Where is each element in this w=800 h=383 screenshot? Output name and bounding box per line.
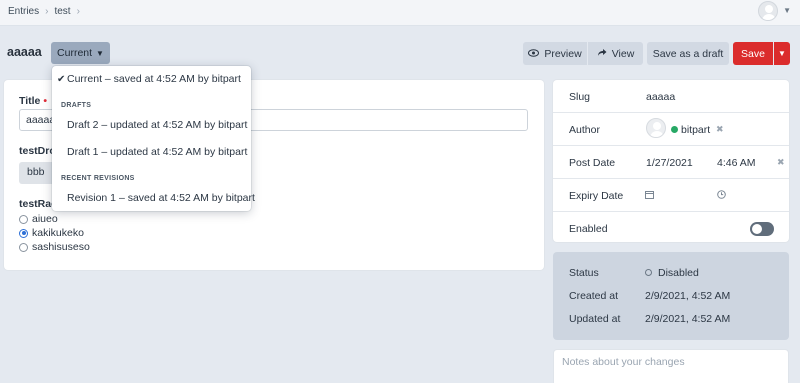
view-label: View <box>611 47 635 60</box>
author-row: Author bitpart ✖ <box>553 113 789 146</box>
chevron-down-icon: ▼ <box>96 48 104 58</box>
radio-label: kakikukeko <box>32 227 84 239</box>
breadcrumb-section[interactable]: test <box>54 6 70 17</box>
menu-item-draft-2[interactable]: Draft 2 – updated at 4:52 AM by bitpart <box>67 119 247 131</box>
save-options-button[interactable]: ▼ <box>774 42 790 65</box>
clock-icon[interactable] <box>717 190 726 201</box>
expiry-date-label: Expiry Date <box>569 190 624 202</box>
menu-item-revision-1[interactable]: Revision 1 – saved at 4:52 AM by bitpart <box>67 192 255 204</box>
status-label: Status <box>569 267 599 279</box>
menu-item-current[interactable]: ✔ Current – saved at 4:52 AM by bitpart <box>57 73 241 85</box>
menu-item-label: Current – saved at 4:52 AM by bitpart <box>67 73 241 85</box>
post-date-value[interactable]: 1/27/2021 <box>646 157 693 169</box>
checkmark-icon: ✔ <box>57 74 66 85</box>
revision-menu-label: Current <box>57 47 93 59</box>
save-draft-button[interactable]: Save as a draft <box>647 42 729 65</box>
author-avatar <box>646 118 666 138</box>
enabled-label: Enabled <box>569 223 608 235</box>
post-time-value[interactable]: 4:46 AM <box>717 157 756 169</box>
title-field-label: Title • <box>19 95 47 107</box>
slug-value[interactable]: aaaaa <box>646 91 675 103</box>
post-date-row: Post Date 1/27/2021 4:46 AM ✖ <box>553 146 789 179</box>
drafts-heading: DRAFTS <box>61 102 92 109</box>
chevron-right-icon: › <box>45 6 49 17</box>
menu-item-draft-1[interactable]: Draft 1 – updated at 4:52 AM by bitpart <box>67 146 247 158</box>
chevron-right-icon: › <box>76 6 80 17</box>
enabled-toggle[interactable] <box>750 222 774 236</box>
radio-button[interactable] <box>19 242 28 252</box>
status-value: Disabled <box>658 267 699 279</box>
revision-notes-input[interactable]: Notes about your changes <box>553 349 789 383</box>
clear-date-icon[interactable]: ✖ <box>777 157 785 168</box>
chevron-down-icon[interactable]: ▼ <box>783 6 791 15</box>
save-button[interactable]: Save <box>733 42 773 65</box>
recent-revisions-heading: RECENT REVISIONS <box>61 175 135 182</box>
enabled-row: Enabled <box>553 212 789 245</box>
radio-button[interactable] <box>19 214 28 224</box>
radio-option-sashisuseso[interactable]: sashisuseso <box>19 241 90 253</box>
preview-label: Preview <box>544 47 582 60</box>
slug-row: Slug aaaaa <box>553 80 789 113</box>
radio-label: aiueo <box>32 213 58 225</box>
calendar-icon[interactable] <box>645 190 654 201</box>
required-indicator: • <box>43 95 48 107</box>
radio-option-aiueo[interactable]: aiueo <box>19 213 58 225</box>
created-at-label: Created at <box>569 290 619 302</box>
breadcrumb-entries[interactable]: Entries <box>8 6 39 17</box>
revision-menu-button[interactable]: Current ▼ <box>51 42 110 64</box>
post-date-label: Post Date <box>569 157 616 169</box>
online-status-icon <box>671 126 678 133</box>
radio-option-kakikukeko[interactable]: kakikukeko <box>19 227 84 239</box>
page-title: aaaaa <box>7 45 42 59</box>
status-dot-icon <box>645 269 652 276</box>
meta-panel: Slug aaaaa Author bitpart ✖ Post Date 1/… <box>553 80 789 242</box>
updated-at-value: 2/9/2021, 4:52 AM <box>645 313 731 325</box>
chevron-down-icon: ▼ <box>778 49 786 58</box>
title-label-text: Title <box>19 95 41 107</box>
dropdown-field-label: testDro <box>19 145 56 157</box>
slug-label: Slug <box>569 91 591 103</box>
remove-author-icon[interactable]: ✖ <box>716 124 724 135</box>
author-label: Author <box>569 124 600 136</box>
eye-icon <box>528 48 540 60</box>
radio-button-selected[interactable] <box>19 228 28 238</box>
user-avatar[interactable] <box>758 1 778 21</box>
author-name[interactable]: bitpart <box>681 124 710 136</box>
share-icon <box>597 48 607 60</box>
revision-dropdown-menu: ✔ Current – saved at 4:52 AM by bitpart D… <box>52 66 255 211</box>
preview-button[interactable]: Preview <box>523 42 587 65</box>
status-panel: Status Disabled Created at 2/9/2021, 4:5… <box>553 252 789 340</box>
updated-at-label: Updated at <box>569 313 621 325</box>
breadcrumb: Entries › test › <box>8 6 80 17</box>
created-at-value: 2/9/2021, 4:52 AM <box>645 290 731 302</box>
top-bar: Entries › test › ▼ <box>0 0 800 26</box>
view-button[interactable]: View <box>588 42 643 65</box>
expiry-date-row: Expiry Date <box>553 179 789 212</box>
radio-label: sashisuseso <box>32 241 90 253</box>
